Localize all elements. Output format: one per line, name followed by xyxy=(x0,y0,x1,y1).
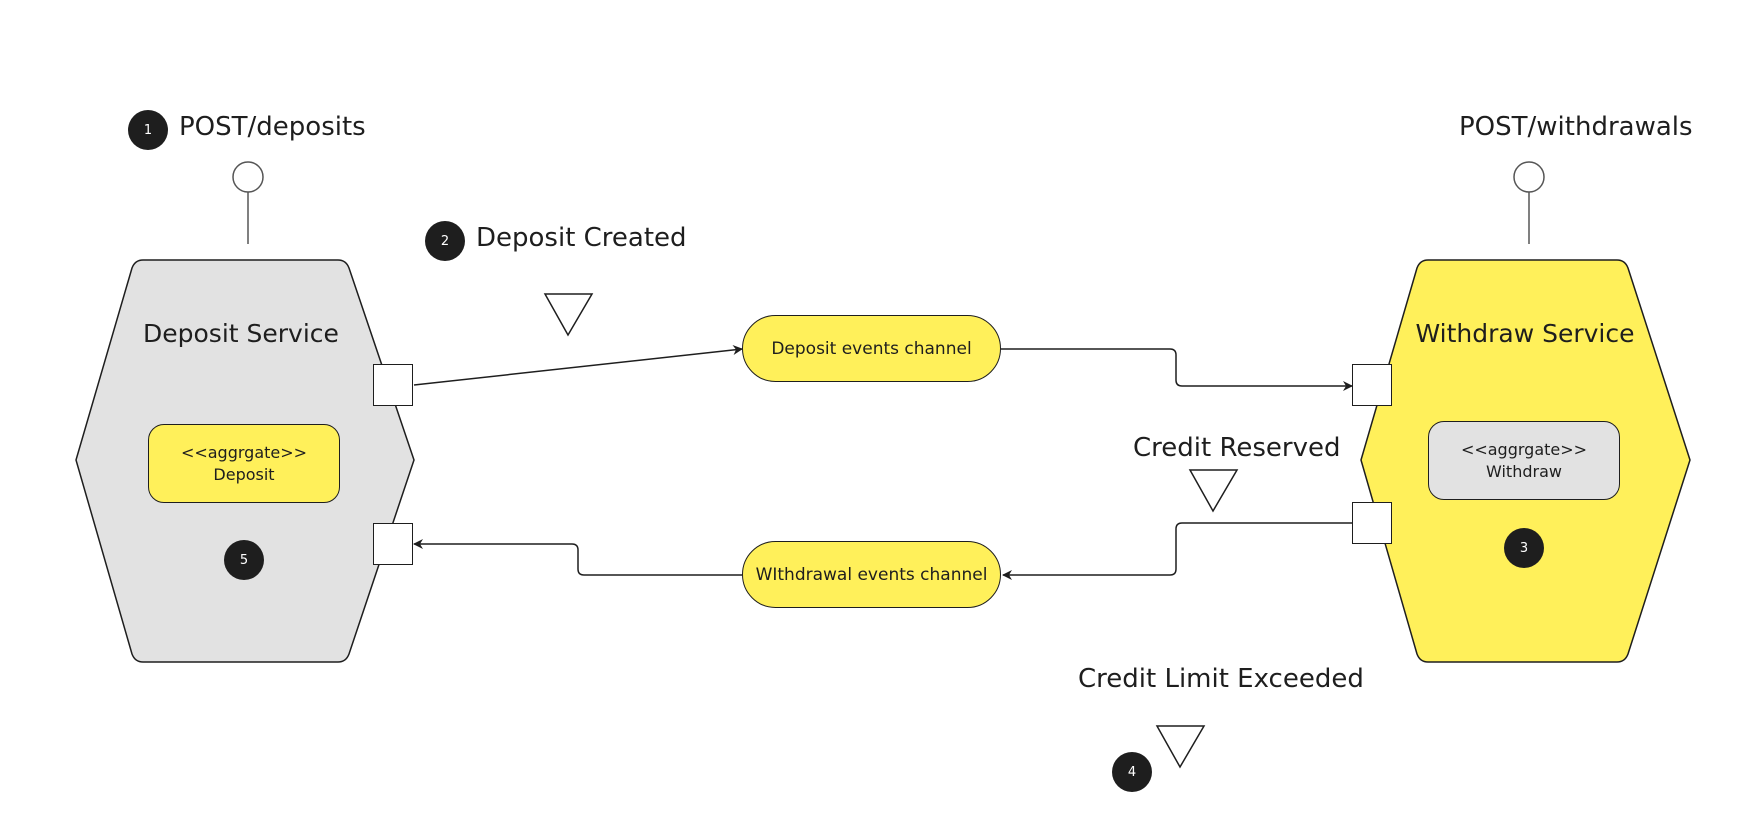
withdraw-outbound-port[interactable] xyxy=(1352,502,1392,544)
step-badge-1: 1 xyxy=(128,110,168,150)
withdrawal-events-channel[interactable]: WIthdrawal events channel xyxy=(742,541,1001,608)
deposit-inbound-port[interactable] xyxy=(373,523,413,565)
withdraw-inbound-port[interactable] xyxy=(1352,364,1392,406)
withdraw-aggregate-name: Withdraw xyxy=(1486,461,1562,481)
withdrawals-endpoint-lollipop[interactable] xyxy=(1513,161,1545,244)
credit-reserved-event-label: Credit Reserved xyxy=(1133,433,1341,463)
deposit-aggregate[interactable]: <<aggrgate>> Deposit xyxy=(148,424,340,503)
diagram-canvas: 1 POST/deposits POST/withdrawals Deposit… xyxy=(0,0,1756,822)
deposit-to-channel-connector[interactable] xyxy=(413,345,743,386)
credit-reserved-event-triangle[interactable] xyxy=(1188,469,1239,513)
step-badge-5: 5 xyxy=(224,540,264,580)
step-number: 1 xyxy=(143,122,153,138)
deposit-created-event-triangle[interactable] xyxy=(543,293,594,337)
deposit-service-title: Deposit Service xyxy=(143,319,339,348)
withdrawal-events-channel-label: WIthdrawal events channel xyxy=(755,564,988,585)
deposit-events-channel[interactable]: Deposit events channel xyxy=(742,315,1001,382)
withdrawals-endpoint-label: POST/withdrawals xyxy=(1459,112,1693,142)
deposit-outbound-port[interactable] xyxy=(373,364,413,406)
step-number: 5 xyxy=(239,552,249,568)
withdraw-aggregate[interactable]: <<aggrgate>> Withdraw xyxy=(1428,421,1620,500)
deposits-endpoint-lollipop[interactable] xyxy=(232,161,264,244)
step-number: 3 xyxy=(1519,540,1529,556)
step-number: 4 xyxy=(1127,764,1137,780)
step-number: 2 xyxy=(440,233,450,249)
deposit-aggregate-stereotype: <<aggrgate>> xyxy=(180,442,308,462)
step-badge-4: 4 xyxy=(1112,752,1152,792)
step-badge-2: 2 xyxy=(425,221,465,261)
credit-limit-exceeded-event-label: Credit Limit Exceeded xyxy=(1078,664,1364,694)
channel-to-withdraw-connector[interactable] xyxy=(1001,348,1353,391)
withdraw-service-title: Withdraw Service xyxy=(1415,319,1635,348)
deposit-created-event-label: Deposit Created xyxy=(476,223,687,253)
deposits-endpoint-label: POST/deposits xyxy=(179,112,366,142)
withdraw-to-channel-connector[interactable] xyxy=(1002,522,1352,580)
deposit-events-channel-label: Deposit events channel xyxy=(771,338,972,359)
withdraw-aggregate-stereotype: <<aggrgate>> xyxy=(1460,439,1588,459)
step-badge-3: 3 xyxy=(1504,528,1544,568)
channel-to-deposit-connector[interactable] xyxy=(413,539,742,576)
credit-limit-exceeded-event-triangle[interactable] xyxy=(1155,725,1206,769)
deposit-aggregate-name: Deposit xyxy=(213,464,275,484)
